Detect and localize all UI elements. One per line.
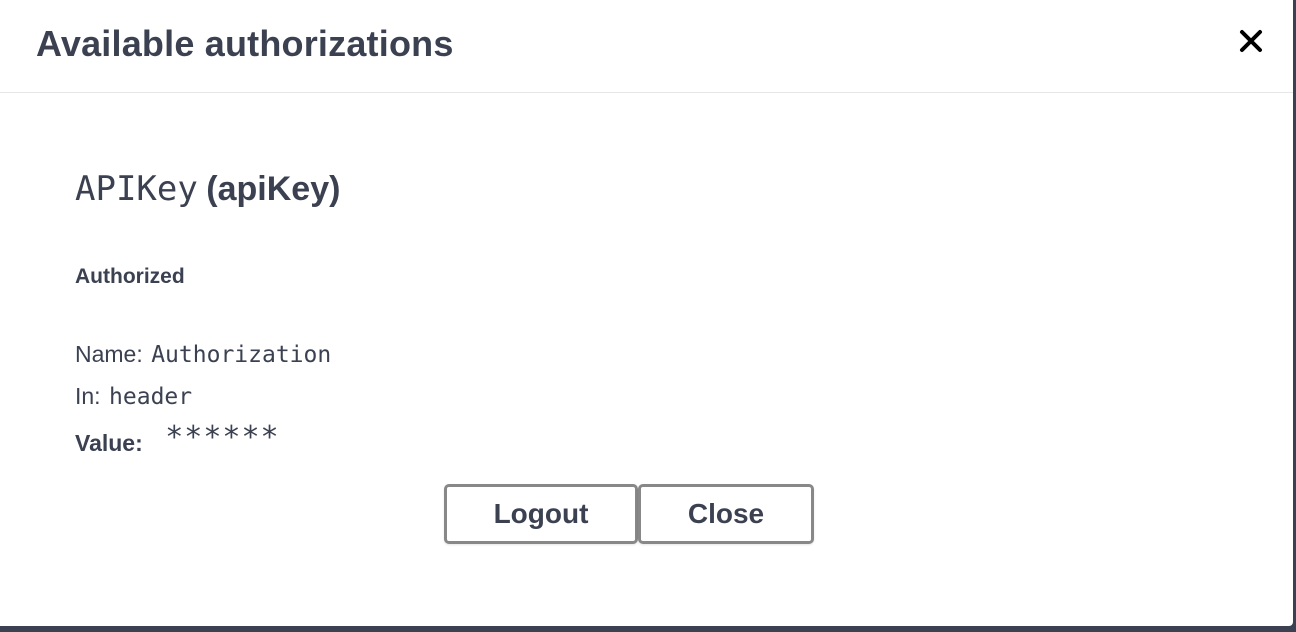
in-value: header xyxy=(109,384,193,410)
auth-in-row: In: header xyxy=(75,379,192,413)
auth-value-row: Value: ****** xyxy=(75,420,280,462)
close-icon xyxy=(1236,26,1266,56)
value-label: Value: xyxy=(75,430,143,456)
close-button[interactable]: Close xyxy=(638,484,814,544)
modal-header: Available authorizations xyxy=(0,0,1293,93)
modal-title: Available authorizations xyxy=(36,23,454,64)
auth-name-row: Name: Authorization xyxy=(75,337,331,371)
auth-scheme-type: (apiKey) xyxy=(206,170,341,208)
modal-close-button[interactable] xyxy=(1236,26,1266,56)
auth-scheme-name: APIKey xyxy=(75,169,198,209)
in-label: In: xyxy=(75,383,101,409)
authorization-modal: Available authorizations APIKey (apiKey)… xyxy=(0,0,1293,626)
name-value: Authorization xyxy=(151,342,332,368)
logout-button[interactable]: Logout xyxy=(444,484,638,544)
auth-status: Authorized xyxy=(75,265,185,288)
name-label: Name: xyxy=(75,341,143,367)
value-masked: ****** xyxy=(165,420,280,455)
auth-scheme-heading: APIKey (apiKey) xyxy=(75,164,340,214)
